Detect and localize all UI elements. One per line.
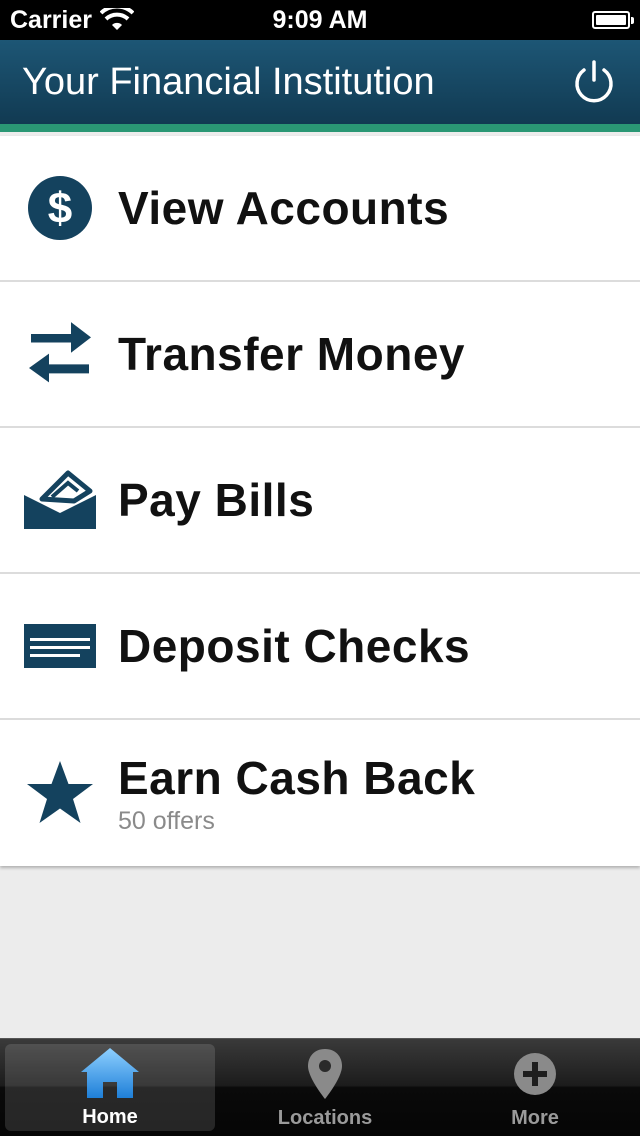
- app-title: Your Financial Institution: [22, 60, 435, 103]
- menu-label: View Accounts: [118, 182, 450, 234]
- tab-label: Home: [82, 1106, 138, 1128]
- offers-count: 50 offers: [118, 806, 215, 835]
- menu-label: Transfer Money: [118, 328, 465, 380]
- wifi-icon: [100, 8, 134, 30]
- tab-label: Locations: [277, 1107, 373, 1129]
- tab-home[interactable]: Home: [5, 1044, 215, 1131]
- home-icon: [81, 1048, 139, 1098]
- menu-item-deposit-checks[interactable]: Deposit Checks: [0, 574, 640, 720]
- menu-item-view-accounts[interactable]: $ View Accounts: [0, 136, 640, 282]
- transfer-arrows-icon: [22, 316, 98, 392]
- svg-text:$: $: [48, 184, 72, 233]
- carrier-label: Carrier: [10, 5, 92, 34]
- menu-label: Earn Cash Back: [118, 751, 476, 804]
- menu-item-pay-bills[interactable]: Pay Bills: [0, 428, 640, 574]
- power-icon[interactable]: [570, 58, 618, 106]
- bill-payment-icon: [22, 462, 98, 538]
- plus-icon: [514, 1053, 556, 1095]
- tab-more[interactable]: More: [430, 1039, 640, 1136]
- menu-label: Pay Bills: [118, 474, 315, 526]
- check-icon: [22, 608, 98, 684]
- menu-label: Deposit Checks: [118, 620, 471, 672]
- status-bar: Carrier 9:09 AM: [0, 0, 640, 40]
- star-icon: [22, 755, 98, 831]
- tab-bar: Home Locations More: [0, 1038, 640, 1136]
- battery-icon: [592, 11, 634, 29]
- menu-item-earn-cash-back[interactable]: Earn Cash Back 50 offers: [0, 720, 640, 866]
- dollar-icon: $: [22, 170, 98, 246]
- tab-locations[interactable]: Locations: [220, 1039, 430, 1136]
- app-header: Your Financial Institution: [0, 40, 640, 132]
- status-left: Carrier: [10, 6, 134, 35]
- menu-item-transfer-money[interactable]: Transfer Money: [0, 282, 640, 428]
- main-menu: $ View Accounts Transfer Money Pay Bills…: [0, 136, 640, 866]
- tab-label: More: [511, 1107, 559, 1129]
- location-pin-icon: [308, 1049, 342, 1099]
